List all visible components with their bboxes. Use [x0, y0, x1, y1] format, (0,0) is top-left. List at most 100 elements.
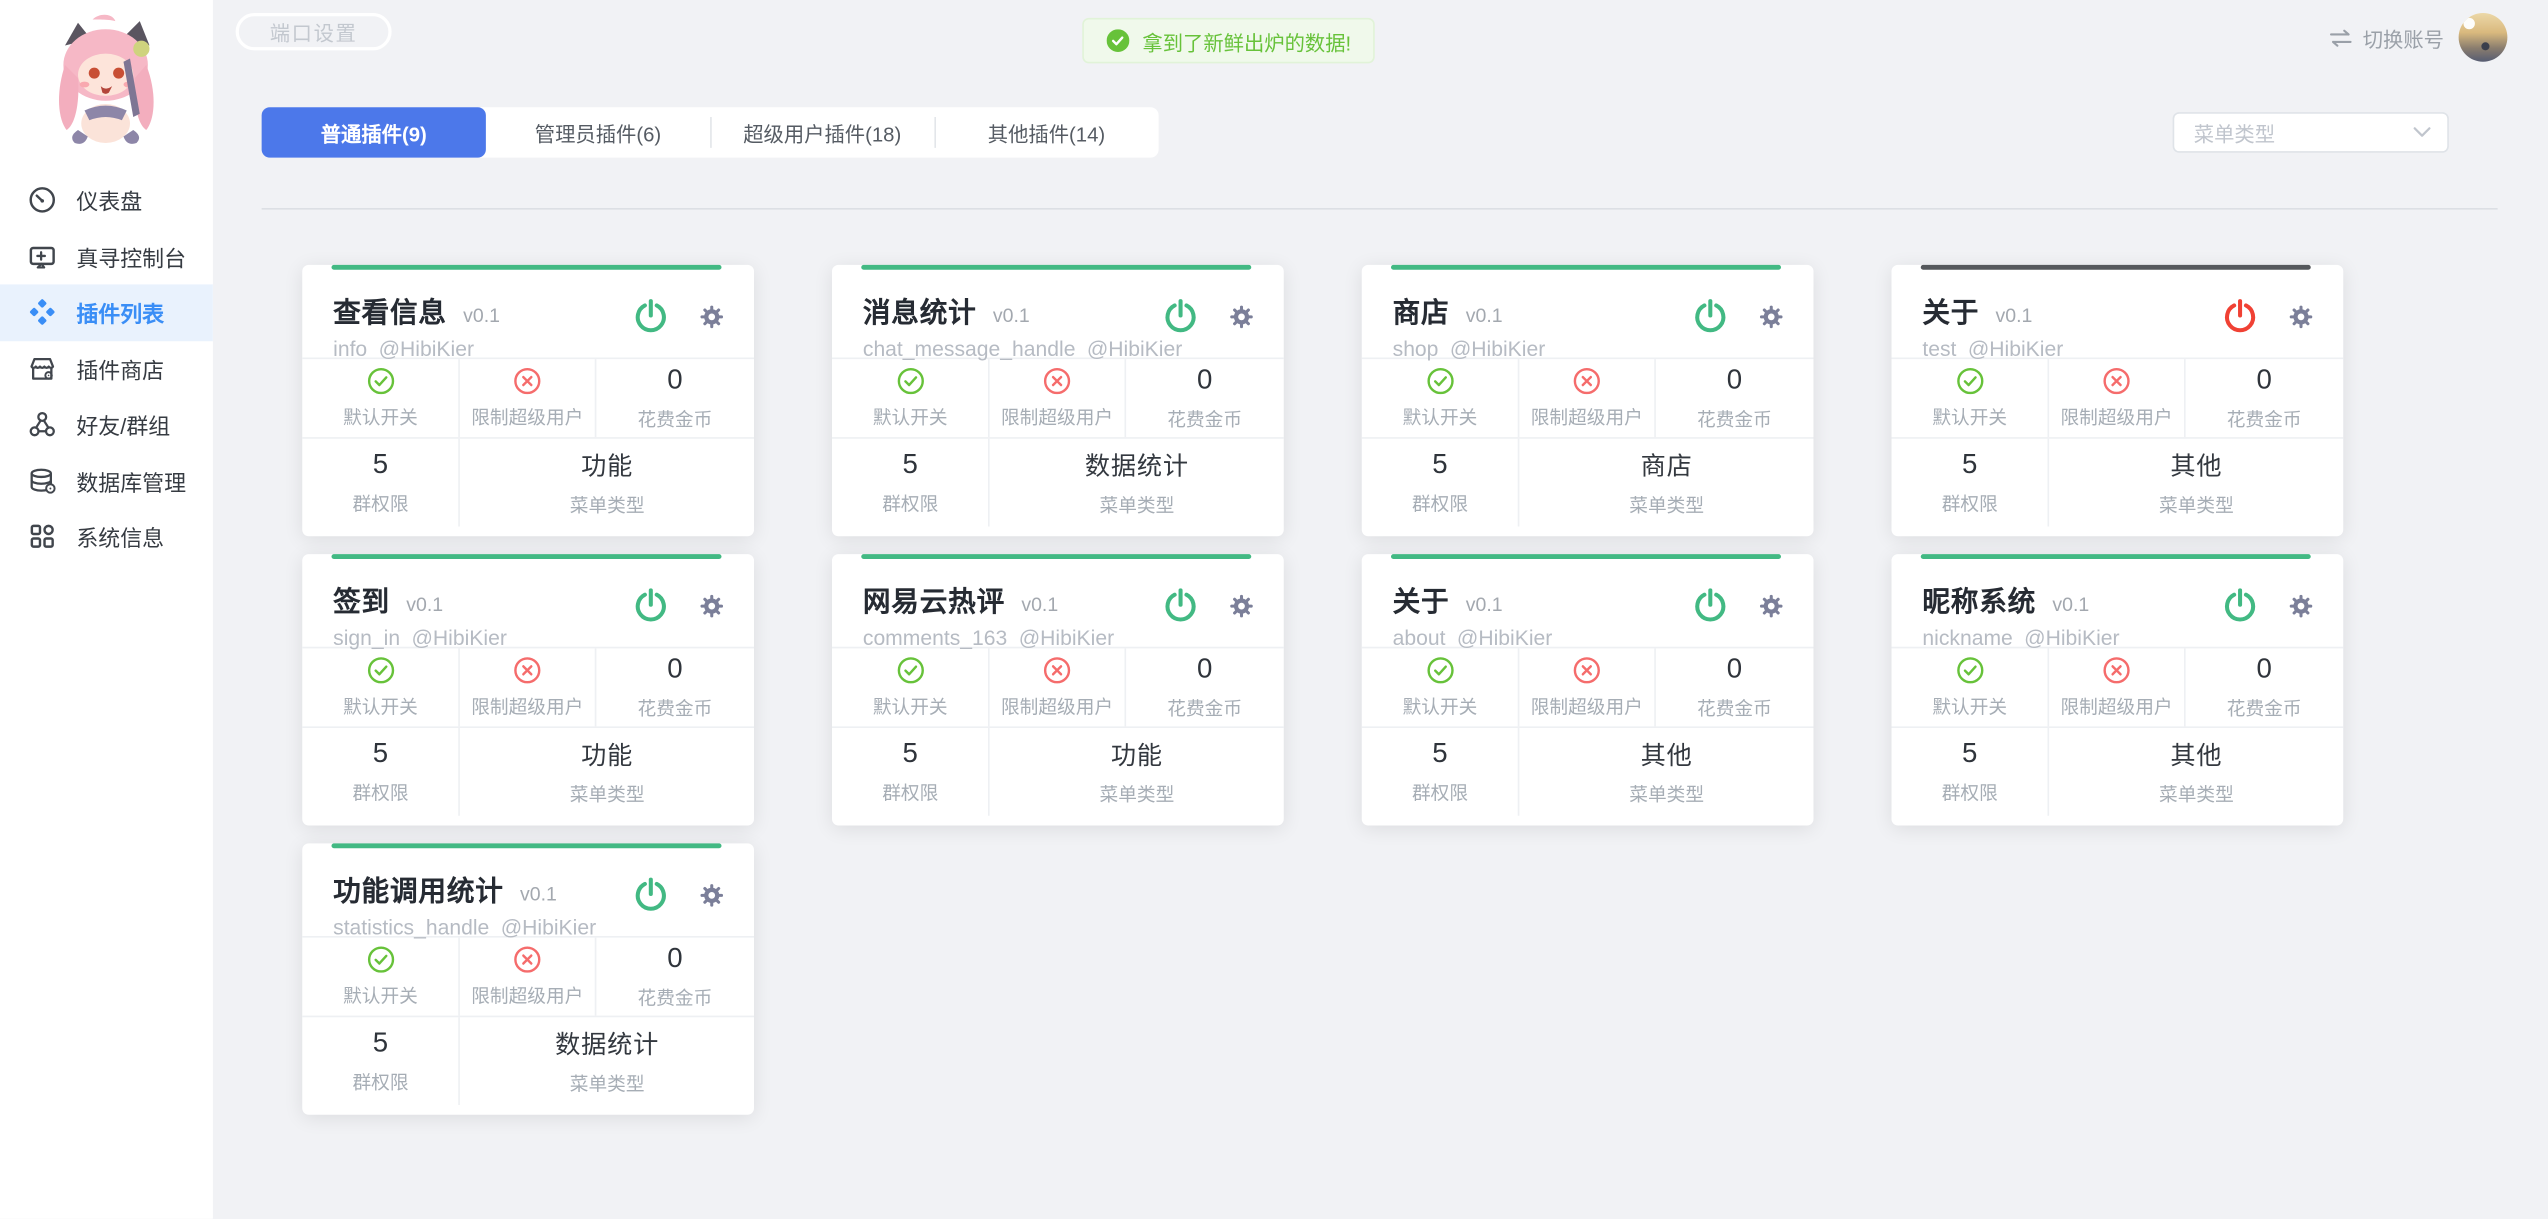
power-toggle-button[interactable]: [1162, 297, 1199, 334]
plugin-version: v0.1: [1466, 304, 1503, 327]
card-header: 功能调用统计 v0.1 statistics_handle @HibiKier: [302, 843, 754, 936]
power-toggle-button[interactable]: [632, 587, 669, 624]
plugin-version: v0.1: [2052, 593, 2089, 616]
gear-icon[interactable]: [1758, 592, 1784, 618]
friends-icon: [28, 410, 57, 439]
circle-check-icon: [1956, 656, 1984, 684]
plugin-version: v0.1: [1021, 593, 1058, 616]
stat-label: 群权限: [1412, 780, 1468, 806]
plugin-stats: 默认开关 限制超级用户 0 花费金币 5 群权限: [832, 647, 1284, 816]
stat-value: 5: [1962, 738, 1977, 771]
power-toggle-button[interactable]: [1692, 297, 1729, 334]
stat-value: 0: [2256, 364, 2271, 397]
stat-limit-superuser: 限制超级用户: [460, 359, 596, 437]
tab-superuser-plugins[interactable]: 超级用户插件(18): [710, 107, 934, 157]
stat-default-switch: 默认开关: [832, 359, 990, 437]
stat-label: 默认开关: [343, 982, 418, 1008]
stat-value: 其他: [2170, 736, 2222, 772]
stat-value: 5: [1432, 738, 1447, 771]
stat-value: 0: [1727, 364, 1742, 397]
stat-cost-gold: 0 花费金币: [1655, 648, 1813, 726]
power-toggle-button[interactable]: [2221, 587, 2258, 624]
gauge-icon: [28, 186, 57, 215]
stat-label: 菜单类型: [1100, 492, 1175, 518]
stat-group-level: 5 群权限: [832, 439, 990, 527]
stat-value: 0: [1197, 364, 1212, 397]
plugin-title: 商店: [1393, 289, 1450, 330]
sidebar-item-plugin-list[interactable]: 插件列表: [0, 284, 213, 340]
plugin-title: 功能调用统计: [333, 868, 504, 909]
stat-value: 数据统计: [555, 1025, 659, 1061]
sidebar: 仪表盘 真寻控制台 插件列表 插件商店: [0, 0, 213, 1219]
stat-value: 5: [903, 449, 918, 482]
power-toggle-button[interactable]: [1162, 587, 1199, 624]
stat-label: 群权限: [882, 491, 938, 517]
stat-label: 默认开关: [1403, 404, 1478, 430]
gear-icon[interactable]: [1229, 592, 1255, 618]
plugin-stats: 默认开关 限制超级用户 0 花费金币 5 群权限: [302, 647, 754, 816]
sidebar-nav: 仪表盘 真寻控制台 插件列表 插件商店: [0, 172, 213, 564]
plugin-module: sign_in: [333, 626, 400, 650]
sidebar-item-console[interactable]: 真寻控制台: [0, 228, 213, 284]
circle-x-icon: [1043, 656, 1071, 684]
sidebar-item-system-info[interactable]: 系统信息: [0, 509, 213, 565]
sidebar-item-label: 系统信息: [76, 520, 164, 553]
power-toggle-button[interactable]: [2221, 297, 2258, 334]
gear-icon[interactable]: [2288, 303, 2314, 329]
stat-label: 菜单类型: [2159, 492, 2234, 518]
circle-check-icon: [1426, 656, 1454, 684]
gear-icon[interactable]: [1229, 303, 1255, 329]
sidebar-item-database[interactable]: 数据库管理: [0, 453, 213, 509]
plugin-stats: 默认开关 限制超级用户 0 花费金币 5 群权限: [832, 358, 1284, 527]
plugin-title: 关于: [1922, 289, 1979, 330]
stat-value: 5: [373, 738, 388, 771]
gear-icon[interactable]: [699, 303, 725, 329]
circle-check-icon: [896, 366, 924, 394]
power-toggle-button[interactable]: [632, 297, 669, 334]
gear-icon[interactable]: [1758, 303, 1784, 329]
stat-value: 5: [903, 738, 918, 771]
stat-label: 花费金币: [2227, 406, 2302, 432]
power-toggle-button[interactable]: [1692, 587, 1729, 624]
plugin-module: test: [1922, 336, 1956, 360]
gear-icon[interactable]: [2288, 592, 2314, 618]
circle-check-icon: [367, 945, 395, 973]
stat-value: 功能: [581, 736, 633, 772]
stat-value: 0: [2256, 653, 2271, 686]
plugin-author: @HibiKier: [379, 336, 474, 360]
plugin-stats: 默认开关 限制超级用户 0 花费金币 5 群权限: [302, 358, 754, 527]
tab-normal-plugins[interactable]: 普通插件(9): [262, 107, 486, 157]
stat-cost-gold: 0 花费金币: [2185, 648, 2343, 726]
stat-limit-superuser: 限制超级用户: [1520, 648, 1656, 726]
stat-menu-type: 商店 菜单类型: [1520, 439, 1814, 527]
stat-limit-superuser: 限制超级用户: [460, 938, 596, 1016]
stat-label: 菜单类型: [570, 492, 645, 518]
power-toggle-button[interactable]: [632, 876, 669, 913]
bot-mascot-image: [16, 10, 196, 160]
stat-label: 限制超级用户: [1531, 693, 1643, 719]
stat-cost-gold: 0 花费金币: [596, 648, 754, 726]
card-header: 网易云热评 v0.1 comments_163 @HibiKier: [832, 554, 1284, 647]
stat-value: 5: [373, 449, 388, 482]
stat-value: 0: [1197, 653, 1212, 686]
menu-type-select[interactable]: 菜单类型: [2173, 112, 2449, 153]
stat-value: 商店: [1641, 447, 1693, 483]
switch-account-button[interactable]: 切换账号: [2329, 22, 2444, 53]
stat-label: 花费金币: [2227, 696, 2302, 722]
card-header: 消息统计 v0.1 chat_message_handle @HibiKier: [832, 265, 1284, 358]
stat-value: 其他: [2170, 447, 2222, 483]
stat-group-level: 5 群权限: [1362, 439, 1520, 527]
stat-cost-gold: 0 花费金币: [1126, 359, 1284, 437]
gear-icon[interactable]: [699, 592, 725, 618]
sidebar-item-plugin-store[interactable]: 插件商店: [0, 340, 213, 396]
sidebar-item-label: 好友/群组: [76, 408, 170, 441]
plugin-title: 消息统计: [863, 289, 977, 330]
gear-icon[interactable]: [699, 882, 725, 908]
tab-admin-plugins[interactable]: 管理员插件(6): [486, 107, 710, 157]
tab-other-plugins[interactable]: 其他插件(14): [934, 107, 1158, 157]
sidebar-item-dashboard[interactable]: 仪表盘: [0, 172, 213, 228]
user-avatar[interactable]: [2459, 13, 2508, 62]
port-settings-button[interactable]: 端口设置: [236, 13, 392, 50]
plugin-card-grid: 查看信息 v0.1 info @HibiKier 默认开关: [302, 265, 2343, 1115]
sidebar-item-friends-groups[interactable]: 好友/群组: [0, 397, 213, 453]
